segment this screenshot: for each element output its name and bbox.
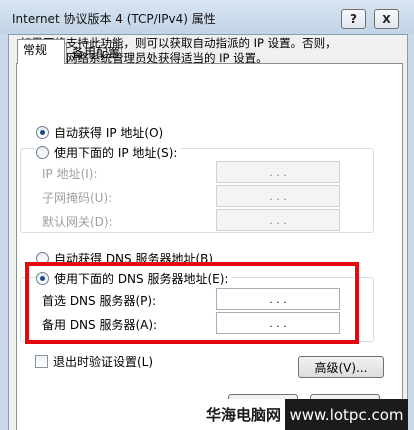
watermark: 华海电脑网 www.lotpc.com bbox=[202, 399, 408, 430]
window-title: Internet 协议版本 4 (TCP/IPv4) 属性 bbox=[12, 12, 216, 26]
subnet-mask-label: 子网掩码(U): bbox=[42, 191, 113, 205]
validate-on-exit-label: 退出时验证设置(L) bbox=[53, 355, 154, 369]
close-icon: X bbox=[382, 12, 391, 26]
title-bar: Internet 协议版本 4 (TCP/IPv4) 属性 ? X bbox=[0, 0, 414, 34]
default-gateway-input: . . . bbox=[216, 209, 340, 231]
ip-manual-label: 使用下面的 IP 地址(S): bbox=[54, 146, 178, 160]
validate-on-exit-option[interactable]: 退出时验证设置(L) bbox=[35, 353, 153, 370]
validate-on-exit-checkbox[interactable] bbox=[35, 355, 48, 368]
advanced-button-label: 高级(V)... bbox=[314, 360, 368, 375]
ip-auto-label: 自动获得 IP 地址(O) bbox=[54, 126, 164, 140]
advanced-button[interactable]: 高级(V)... bbox=[298, 356, 384, 378]
description-line-2: 您需要从网络系统管理员处获得适当的 IP 设置。 bbox=[20, 51, 268, 65]
default-gateway-value: . . . bbox=[269, 213, 287, 227]
tab-general-label: 常规 bbox=[23, 43, 48, 57]
watermark-site-name: 华海电脑网 bbox=[202, 399, 286, 430]
help-icon: ? bbox=[350, 12, 357, 26]
ip-manual-option[interactable]: 使用下面的 IP 地址(S): bbox=[36, 144, 182, 161]
subnet-mask-value: . . . bbox=[269, 189, 287, 203]
help-button[interactable]: ? bbox=[341, 9, 366, 29]
ip-address-label: IP 地址(I): bbox=[42, 167, 98, 181]
ip-address-input: . . . bbox=[216, 161, 340, 183]
ip-auto-option[interactable]: 自动获得 IP 地址(O) bbox=[36, 124, 168, 141]
subnet-mask-input: . . . bbox=[216, 185, 340, 207]
ip-manual-radio[interactable] bbox=[36, 146, 49, 159]
highlight-box bbox=[25, 262, 359, 344]
close-button[interactable]: X bbox=[374, 9, 399, 29]
ip-address-value: . . . bbox=[269, 165, 287, 179]
ip-auto-radio[interactable] bbox=[36, 126, 49, 139]
default-gateway-label: 默认网关(D): bbox=[42, 215, 113, 229]
description-text: 如果网络支持此功能，则可以获取自动指派的 IP 设置。否则， 您需要从网络系统管… bbox=[20, 36, 380, 66]
watermark-url: www.lotpc.com bbox=[285, 399, 408, 430]
tab-general[interactable]: 常规 bbox=[17, 39, 65, 64]
description-line-1: 如果网络支持此功能，则可以获取自动指派的 IP 设置。否则， bbox=[20, 36, 337, 50]
